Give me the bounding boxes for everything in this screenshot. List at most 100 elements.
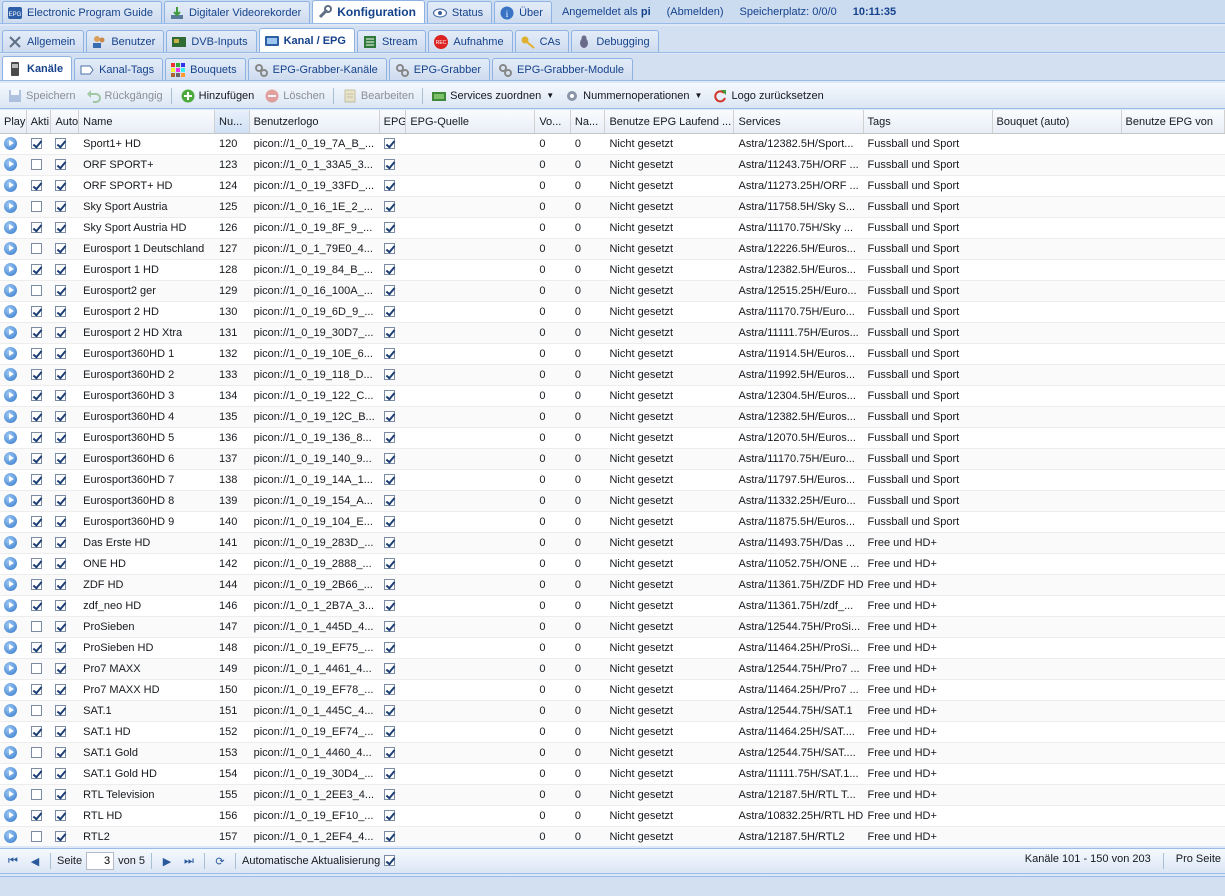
channel-name[interactable]: SAT.1 — [79, 701, 215, 721]
epg-from[interactable] — [1122, 827, 1225, 846]
epg-source[interactable] — [406, 659, 535, 679]
channel-name[interactable]: SAT.1 HD — [79, 722, 215, 742]
channel-logo[interactable]: picon://1_0_16_100A_... — [250, 281, 380, 301]
enabled-checkbox[interactable] — [30, 368, 42, 380]
next-page-button[interactable]: ▶ — [158, 852, 176, 870]
auto-checkbox[interactable] — [55, 347, 67, 359]
services[interactable]: Astra/11273.25H/ORF ... — [734, 176, 863, 196]
table-row[interactable]: ORF SPORT+ 123 picon://1_0_1_33A5_3... 0 0 Ni… — [0, 155, 1225, 176]
tab-kanal-epg[interactable]: Kanal / EPG — [258, 28, 355, 52]
tab-electronic-program-guide[interactable]: EPG Electronic Program Guide — [2, 1, 162, 23]
na-value[interactable]: 0 — [571, 806, 606, 826]
epg-source[interactable] — [406, 554, 535, 574]
enabled-checkbox[interactable] — [30, 158, 42, 170]
epg-running[interactable]: Nicht gesetzt — [605, 533, 734, 553]
enabled-checkbox[interactable] — [30, 347, 42, 359]
tab-digitaler-videorekorder[interactable]: Digitaler Videorekorder — [163, 1, 311, 23]
tags[interactable]: Fussball und Sport — [864, 302, 993, 322]
map-services-button[interactable]: Services zuordnen ▼ — [427, 86, 558, 106]
enabled-checkbox[interactable] — [30, 305, 42, 317]
epg-from[interactable] — [1122, 785, 1225, 805]
bouquet[interactable] — [993, 449, 1122, 469]
epg-checkbox[interactable] — [383, 557, 395, 569]
channel-logo[interactable]: picon://1_0_19_8F_9_... — [250, 218, 380, 238]
vo-value[interactable]: 0 — [535, 428, 571, 448]
epg-from[interactable] — [1122, 260, 1225, 280]
vo-value[interactable]: 0 — [535, 701, 571, 721]
play-icon[interactable] — [4, 346, 17, 360]
play-icon[interactable] — [4, 703, 17, 717]
channel-name[interactable]: SAT.1 Gold HD — [79, 764, 215, 784]
services[interactable]: Astra/11464.25H/ProSi... — [734, 638, 863, 658]
services[interactable]: Astra/10832.25H/RTL HD — [734, 806, 863, 826]
vo-value[interactable]: 0 — [535, 491, 571, 511]
table-row[interactable]: RTL HD 156 picon://1_0_19_EF10_... 0 0 Nicht … — [0, 806, 1225, 827]
channel-logo[interactable]: picon://1_0_19_12C_B... — [250, 407, 380, 427]
enabled-checkbox[interactable] — [30, 326, 42, 338]
tab-epg-grabber[interactable]: EPG-Grabber — [388, 58, 491, 80]
channel-number[interactable]: 148 — [215, 638, 250, 658]
channel-logo[interactable]: picon://1_0_1_33A5_3... — [250, 155, 380, 175]
na-value[interactable]: 0 — [571, 281, 606, 301]
vo-value[interactable]: 0 — [535, 281, 571, 301]
vo-value[interactable]: 0 — [535, 344, 571, 364]
enabled-checkbox[interactable] — [30, 767, 42, 779]
auto-checkbox[interactable] — [55, 179, 67, 191]
epg-running[interactable]: Nicht gesetzt — [605, 722, 734, 742]
play-icon[interactable] — [4, 514, 17, 528]
channel-logo[interactable]: picon://1_0_16_1E_2_... — [250, 197, 380, 217]
tags[interactable]: Fussball und Sport — [864, 323, 993, 343]
epg-from[interactable] — [1122, 743, 1225, 763]
epg-running[interactable]: Nicht gesetzt — [605, 785, 734, 805]
na-value[interactable]: 0 — [571, 449, 606, 469]
play-icon[interactable] — [4, 241, 17, 255]
enabled-checkbox[interactable] — [30, 788, 42, 800]
enabled-checkbox[interactable] — [30, 578, 42, 590]
epg-source[interactable] — [406, 428, 535, 448]
na-value[interactable]: 0 — [571, 176, 606, 196]
epg-from[interactable] — [1122, 386, 1225, 406]
epg-from[interactable] — [1122, 533, 1225, 553]
vo-value[interactable]: 0 — [535, 260, 571, 280]
na-value[interactable]: 0 — [571, 386, 606, 406]
epg-checkbox[interactable] — [383, 662, 395, 674]
epg-running[interactable]: Nicht gesetzt — [605, 827, 734, 846]
enabled-checkbox[interactable] — [30, 494, 42, 506]
epg-checkbox[interactable] — [383, 473, 395, 485]
enabled-checkbox[interactable] — [30, 704, 42, 716]
column-header-epg-from[interactable]: Benutze EPG von — [1122, 110, 1225, 133]
bouquet[interactable] — [993, 743, 1122, 763]
epg-checkbox[interactable] — [383, 263, 395, 275]
na-value[interactable]: 0 — [571, 197, 606, 217]
tags[interactable]: Free und HD+ — [864, 638, 993, 658]
epg-from[interactable] — [1122, 722, 1225, 742]
tags[interactable]: Free und HD+ — [864, 785, 993, 805]
channel-logo[interactable]: picon://1_0_19_6D_9_... — [250, 302, 380, 322]
refresh-button[interactable]: ⟳ — [211, 852, 229, 870]
table-row[interactable]: SAT.1 Gold 153 picon://1_0_1_4460_4... 0 0 Ni… — [0, 743, 1225, 764]
play-icon[interactable] — [4, 325, 17, 339]
table-row[interactable]: ZDF HD 144 picon://1_0_19_2B66_... 0 0 Nicht … — [0, 575, 1225, 596]
table-row[interactable]: Eurosport360HD 7 138 picon://1_0_19_14A_1.… — [0, 470, 1225, 491]
vo-value[interactable]: 0 — [535, 764, 571, 784]
services[interactable]: Astra/11111.75H/SAT.1... — [734, 764, 863, 784]
epg-from[interactable] — [1122, 470, 1225, 490]
channel-name[interactable]: Sky Sport Austria HD — [79, 218, 215, 238]
na-value[interactable]: 0 — [571, 470, 606, 490]
channel-logo[interactable]: picon://1_0_19_EF74_... — [250, 722, 380, 742]
channel-number[interactable]: 139 — [215, 491, 250, 511]
epg-from[interactable] — [1122, 806, 1225, 826]
auto-checkbox[interactable] — [55, 536, 67, 548]
tab-konfiguration[interactable]: Konfiguration — [312, 0, 425, 23]
services[interactable]: Astra/12382.5H/Euros... — [734, 260, 863, 280]
channel-number[interactable]: 147 — [215, 617, 250, 637]
enabled-checkbox[interactable] — [30, 200, 42, 212]
epg-from[interactable] — [1122, 302, 1225, 322]
auto-checkbox[interactable] — [55, 557, 67, 569]
table-row[interactable]: Eurosport 1 Deutschland 127 picon://1_0_1_… — [0, 239, 1225, 260]
epg-checkbox[interactable] — [383, 284, 395, 296]
play-icon[interactable] — [4, 472, 17, 486]
play-icon[interactable] — [4, 808, 17, 822]
epg-running[interactable]: Nicht gesetzt — [605, 344, 734, 364]
auto-checkbox[interactable] — [55, 662, 67, 674]
